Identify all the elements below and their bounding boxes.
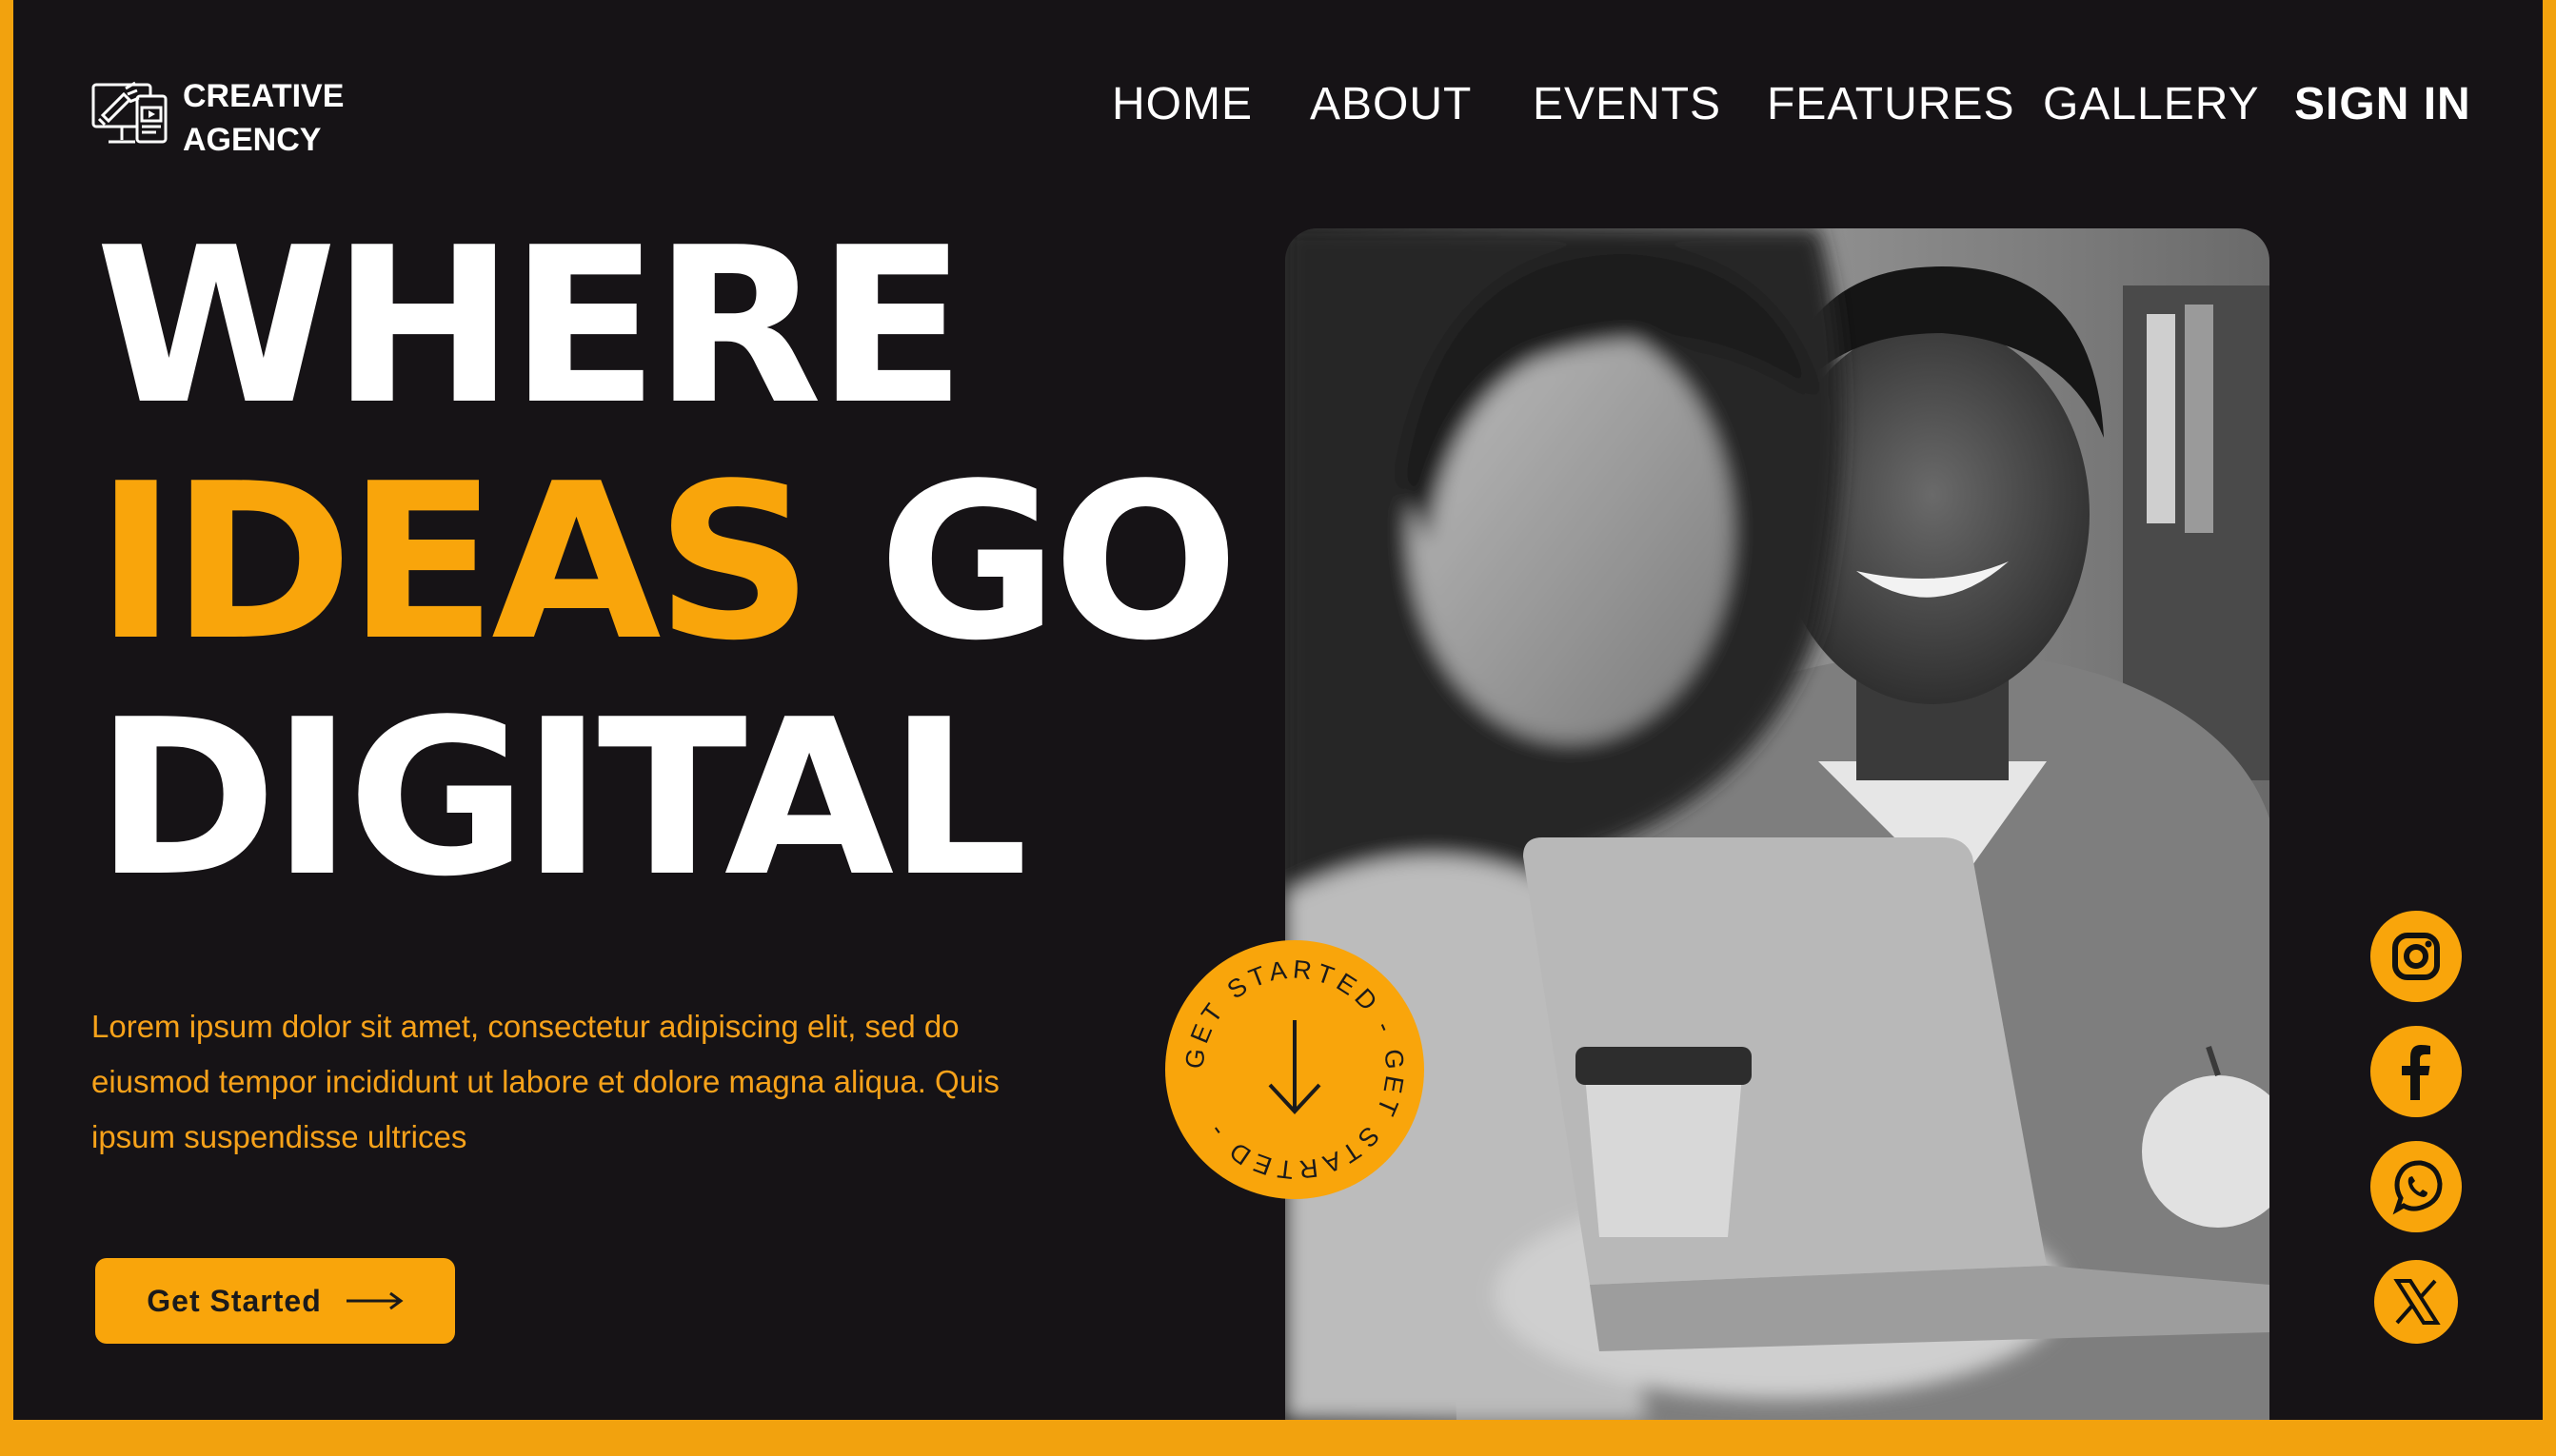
get-started-label: Get Started <box>147 1283 322 1318</box>
brand-name-line1: CREATIVE <box>183 78 345 114</box>
hero-headline-line3: DIGITAL <box>95 674 1028 924</box>
hero-description: Lorem ipsum dolor sit amet, consectetur … <box>91 1009 1000 1154</box>
x-twitter-icon[interactable] <box>2368 1254 2464 1349</box>
brand-name: CREATIVE AGENCY <box>183 74 344 162</box>
hero-headline-accent: IDEAS <box>95 438 814 688</box>
nav-item-sign-in[interactable]: SIGN IN <box>2294 76 2471 133</box>
arrow-right-icon <box>346 1291 404 1310</box>
brand-logo[interactable]: CREATIVE AGENCY <box>89 74 344 162</box>
brand-name-line2: AGENCY <box>183 122 322 158</box>
get-started-badge[interactable]: GET STARTED - GET STARTED - <box>1158 933 1432 1207</box>
people-with-laptop-image <box>1285 228 2269 1420</box>
landing-page: CREATIVE AGENCY HOME ABOUT EVENTS FEATUR… <box>13 0 2543 1420</box>
nav-item-events[interactable]: EVENTS <box>1533 76 1721 133</box>
whatsapp-icon[interactable] <box>2368 1139 2464 1234</box>
nav-item-home[interactable]: HOME <box>1112 76 1253 133</box>
nav-item-gallery[interactable]: GALLERY <box>2043 76 2260 133</box>
nav-item-features[interactable]: FEATURES <box>1767 76 2014 133</box>
hero-headline-go: GO <box>878 438 1239 688</box>
monitor-megaphone-icon <box>91 81 168 144</box>
facebook-icon[interactable] <box>2368 1024 2464 1119</box>
instagram-icon[interactable] <box>2368 909 2464 1004</box>
hero-headline-line1: WHERE <box>95 202 966 452</box>
nav-item-about[interactable]: ABOUT <box>1310 76 1472 133</box>
hero-headline-line2: IDEAS GO <box>95 456 1239 671</box>
get-started-button[interactable]: Get Started <box>95 1258 455 1344</box>
hero-photo <box>1285 228 2269 1420</box>
